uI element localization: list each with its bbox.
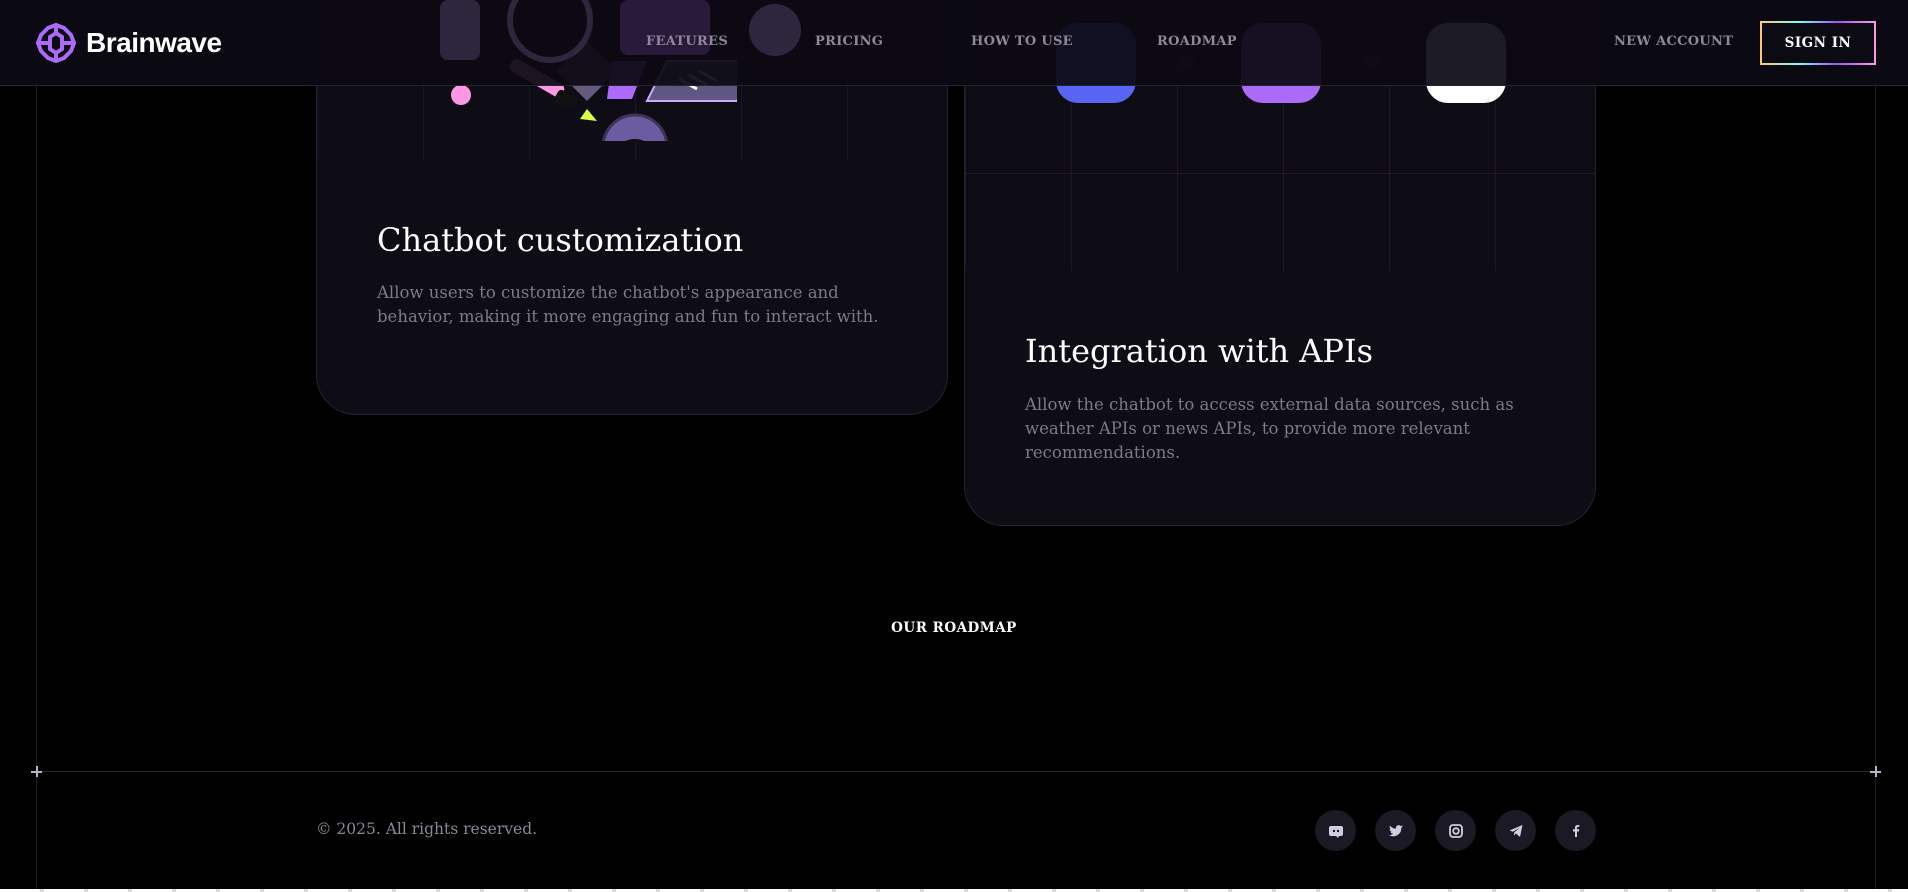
roadmap-section-label: OUR ROADMAP xyxy=(891,620,1017,636)
facebook-icon xyxy=(1572,824,1579,837)
discord-icon xyxy=(1328,825,1343,838)
card-title: Chatbot customization xyxy=(377,221,744,259)
twitter-link[interactable] xyxy=(1375,810,1416,851)
site-header: Brainwave FEATURES PRICING HOW TO USE RO… xyxy=(0,0,1908,86)
header-background-illustration xyxy=(440,0,801,63)
nav-roadmap[interactable]: ROADMAP xyxy=(1157,34,1237,49)
new-account-link[interactable]: NEW ACCOUNT xyxy=(1614,34,1733,49)
sign-in-button[interactable]: SIGN IN xyxy=(1760,21,1876,65)
facebook-link[interactable] xyxy=(1555,810,1596,851)
twitter-icon xyxy=(1388,824,1403,836)
brand-name: Brainwave xyxy=(86,27,222,58)
instagram-link[interactable] xyxy=(1435,810,1476,851)
instagram-icon xyxy=(1448,823,1463,838)
card-description: Allow the chatbot to access external dat… xyxy=(1025,395,1514,462)
plus-marker-right xyxy=(1870,766,1881,777)
card-title: Integration with APIs xyxy=(1025,332,1374,370)
footer-divider xyxy=(36,771,1875,772)
card-description: Allow users to customize the chatbot's a… xyxy=(377,283,879,326)
brand-logo[interactable]: Brainwave xyxy=(36,23,222,63)
telegram-link[interactable] xyxy=(1495,810,1536,851)
nav-how-to-use[interactable]: HOW TO USE xyxy=(971,34,1073,49)
nav-pricing[interactable]: PRICING xyxy=(815,34,883,49)
frame-line-right xyxy=(1875,0,1876,892)
plus-marker-left xyxy=(31,766,42,777)
telegram-icon xyxy=(1509,824,1522,837)
brainwave-logo-icon xyxy=(36,23,76,63)
frame-line-left xyxy=(36,0,37,892)
copyright-text: © 2025. All rights reserved. xyxy=(316,820,538,838)
nav-features[interactable]: FEATURES xyxy=(646,34,728,49)
discord-link[interactable] xyxy=(1315,810,1356,851)
